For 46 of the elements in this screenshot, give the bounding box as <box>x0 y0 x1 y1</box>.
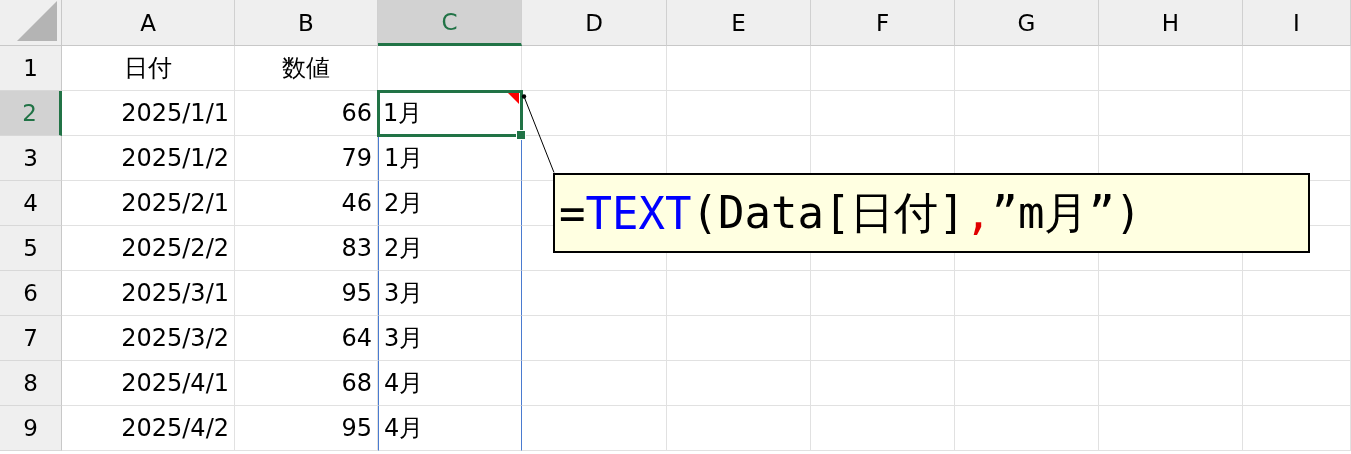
table-cell: 2025/1/2 <box>62 136 235 181</box>
row-header[interactable]: 7 <box>0 316 62 361</box>
column-header[interactable]: I <box>1243 0 1351 46</box>
table-cell: 2月 <box>378 226 522 271</box>
formula-callout: =TEXT(Data[日付],”m月”) <box>553 173 1310 253</box>
row-header[interactable]: 8 <box>0 361 62 406</box>
column-header[interactable]: C <box>378 0 522 46</box>
column-header[interactable]: B <box>235 0 378 46</box>
table-cell: 4月 <box>378 406 522 451</box>
table-cell: 3月 <box>378 316 522 361</box>
table-cell: 4月 <box>378 361 522 406</box>
table-cell: 68 <box>235 361 378 406</box>
table-cell: 2025/4/1 <box>62 361 235 406</box>
table-cell: 79 <box>235 136 378 181</box>
table-cell: 2025/2/1 <box>62 181 235 226</box>
column-header[interactable]: F <box>811 0 955 46</box>
table-cell: 2025/3/2 <box>62 316 235 361</box>
table-cell: 1月 <box>378 91 522 136</box>
row-header[interactable]: 9 <box>0 406 62 451</box>
row-header[interactable]: 2 <box>0 91 62 136</box>
column-header[interactable]: D <box>522 0 667 46</box>
table-cell: 2025/3/1 <box>62 271 235 316</box>
row-header[interactable]: 5 <box>0 226 62 271</box>
table-cell: 1月 <box>378 136 522 181</box>
column-header[interactable]: A <box>62 0 235 46</box>
table-cell: 2025/2/2 <box>62 226 235 271</box>
column-header[interactable]: H <box>1099 0 1243 46</box>
row-header[interactable]: 3 <box>0 136 62 181</box>
fill-handle[interactable] <box>516 130 526 140</box>
column-header[interactable]: E <box>667 0 811 46</box>
row-header[interactable]: 4 <box>0 181 62 226</box>
table-cell: 46 <box>235 181 378 226</box>
table-cell: 95 <box>235 271 378 316</box>
table-cell: 数値 <box>235 46 378 91</box>
table-cell: 2025/1/1 <box>62 91 235 136</box>
table-cell: 95 <box>235 406 378 451</box>
table-cell: 2月 <box>378 181 522 226</box>
table-cell: 2025/4/2 <box>62 406 235 451</box>
row-header[interactable]: 1 <box>0 46 62 91</box>
table-cell: 66 <box>235 91 378 136</box>
table-cell: 64 <box>235 316 378 361</box>
table-cell: 83 <box>235 226 378 271</box>
column-header[interactable]: G <box>955 0 1099 46</box>
table-cell: 3月 <box>378 271 522 316</box>
row-header[interactable]: 6 <box>0 271 62 316</box>
table-cell: 日付 <box>62 46 235 91</box>
